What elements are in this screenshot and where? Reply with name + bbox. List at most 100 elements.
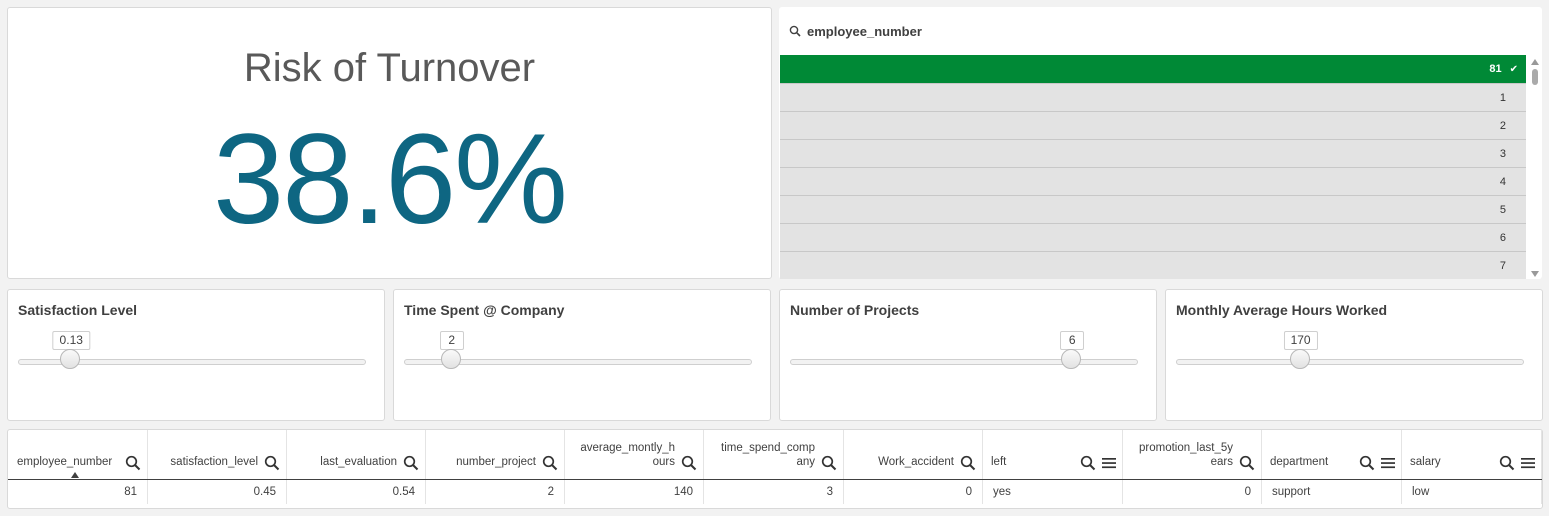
search-icon[interactable] <box>542 455 558 471</box>
search-icon[interactable] <box>821 455 837 471</box>
table-cell[interactable]: 2 <box>426 480 565 504</box>
filter-list-item[interactable]: 1 <box>780 84 1526 112</box>
search-icon[interactable] <box>125 455 141 471</box>
column-header-label: average_montly_h ours <box>580 442 675 468</box>
column-header-icons <box>960 455 976 471</box>
column-header-icons <box>821 455 837 471</box>
column-header-icons <box>403 455 419 471</box>
filter-item-label: 3 <box>1499 147 1506 160</box>
column-header-label: department <box>1270 456 1329 468</box>
slider-time-spent: Time Spent @ Company 2 <box>393 289 771 421</box>
kpi-card: Risk of Turnover 38.6% <box>7 7 772 279</box>
slider-satisfaction-level: Satisfaction Level 0.13 <box>7 289 385 421</box>
menu-icon[interactable] <box>1521 457 1535 469</box>
column-header-label: employee_number <box>17 456 113 468</box>
filter-search-row[interactable]: employee_number <box>779 7 1542 55</box>
filter-list-item[interactable]: 5 <box>780 196 1526 224</box>
filter-list-item[interactable]: 81 ✔ <box>780 55 1526 84</box>
slider-title: Satisfaction Level <box>18 302 138 318</box>
slider-value-label: 6 <box>1060 331 1085 350</box>
filter-item-label: 2 <box>1499 119 1506 132</box>
table-cell[interactable]: 3 <box>704 480 844 504</box>
column-header-number-project[interactable]: number_project <box>426 430 565 479</box>
slider-handle[interactable] <box>1289 349 1310 369</box>
table-header: employee_number satisfaction_level last_ev… <box>8 430 1542 480</box>
slider-title: Time Spent @ Company <box>404 302 565 318</box>
slider-handle[interactable] <box>440 349 461 369</box>
filter-item-label: 81 <box>1489 63 1502 75</box>
column-header-label: salary <box>1410 456 1441 468</box>
search-icon[interactable] <box>403 455 419 471</box>
search-icon[interactable] <box>681 455 697 471</box>
column-header-satisfaction-level[interactable]: satisfaction_level <box>148 430 287 479</box>
table-cell[interactable]: 0 <box>844 480 983 504</box>
column-header-average-montly-hours[interactable]: average_montly_h ours <box>565 430 704 479</box>
filter-scrollbar[interactable] <box>1530 59 1540 277</box>
table-cell[interactable]: yes <box>983 480 1123 504</box>
filter-list-item[interactable]: 7 <box>780 252 1526 279</box>
table-cell[interactable]: support <box>1262 480 1402 504</box>
kpi-title: Risk of Turnover <box>243 46 536 90</box>
scroll-down-icon[interactable] <box>1531 271 1539 277</box>
employee-number-filter[interactable]: employee_number 81 ✔ 1 2 3 4 5 6 7 <box>779 7 1542 279</box>
column-header-employee-number[interactable]: employee_number <box>8 430 148 479</box>
search-icon[interactable] <box>1499 455 1515 471</box>
menu-icon[interactable] <box>1102 457 1116 469</box>
column-header-salary[interactable]: salary <box>1402 430 1542 479</box>
column-header-icons <box>264 455 280 471</box>
filter-item-label: 6 <box>1499 231 1506 244</box>
column-header-icons <box>542 455 558 471</box>
table-cell[interactable]: low <box>1402 480 1542 504</box>
column-header-department[interactable]: department <box>1262 430 1402 479</box>
column-header-left[interactable]: left <box>983 430 1123 479</box>
column-header-label: time_spend_comp any <box>721 442 815 468</box>
scroll-thumb[interactable] <box>1532 69 1538 85</box>
slider-track[interactable] <box>790 359 1138 365</box>
menu-icon[interactable] <box>1381 457 1395 469</box>
column-header-label: number_project <box>456 456 536 468</box>
employee-table: employee_number satisfaction_level last_ev… <box>7 429 1543 509</box>
slider-handle[interactable] <box>60 349 81 369</box>
filter-list-item[interactable]: 2 <box>780 112 1526 140</box>
slider-track[interactable] <box>1176 359 1524 365</box>
slider-value-label: 2 <box>439 331 464 350</box>
column-header-promotion-last-5years[interactable]: promotion_last_5y ears <box>1123 430 1262 479</box>
scroll-up-icon[interactable] <box>1531 59 1539 65</box>
column-header-label: satisfaction_level <box>170 456 258 468</box>
search-icon[interactable] <box>264 455 280 471</box>
slider-monthly-hours: Monthly Average Hours Worked 170 <box>1165 289 1543 421</box>
column-header-last-evaluation[interactable]: last_evaluation <box>287 430 426 479</box>
column-header-time-spend-company[interactable]: time_spend_comp any <box>704 430 844 479</box>
filter-item-label: 5 <box>1499 203 1506 216</box>
table-cell[interactable]: 140 <box>565 480 704 504</box>
slider-title: Number of Projects <box>790 302 920 318</box>
table-cell[interactable]: 81 <box>8 480 148 504</box>
filter-item-label: 1 <box>1499 91 1506 104</box>
search-icon[interactable] <box>789 25 801 37</box>
filter-item-label: 4 <box>1499 175 1506 188</box>
table-cell[interactable]: 0.54 <box>287 480 426 504</box>
column-header-label: last_evaluation <box>320 456 397 468</box>
search-icon[interactable] <box>1359 455 1375 471</box>
column-header-icons <box>1499 455 1535 471</box>
column-header-icons <box>1080 455 1116 471</box>
column-header-work-accident[interactable]: Work_accident <box>844 430 983 479</box>
filter-field-name: employee_number <box>807 23 922 39</box>
filter-list-item[interactable]: 4 <box>780 168 1526 196</box>
search-icon[interactable] <box>1080 455 1096 471</box>
table-cell[interactable]: 0 <box>1123 480 1262 504</box>
filter-value-list[interactable]: 81 ✔ 1 2 3 4 5 6 7 <box>780 55 1526 279</box>
column-header-icons <box>125 455 141 471</box>
sort-ascending-icon <box>71 472 79 478</box>
filter-item-label: 7 <box>1499 259 1506 272</box>
check-icon: ✔ <box>1509 63 1518 75</box>
filter-list-item[interactable]: 3 <box>780 140 1526 168</box>
kpi-value: 38.6% <box>213 108 568 251</box>
filter-list-item[interactable]: 6 <box>780 224 1526 252</box>
search-icon[interactable] <box>960 455 976 471</box>
column-header-icons <box>1359 455 1395 471</box>
table-cell[interactable]: 0.45 <box>148 480 287 504</box>
search-icon[interactable] <box>1239 455 1255 471</box>
slider-value-label: 170 <box>1283 331 1318 350</box>
slider-handle[interactable] <box>1061 349 1082 369</box>
